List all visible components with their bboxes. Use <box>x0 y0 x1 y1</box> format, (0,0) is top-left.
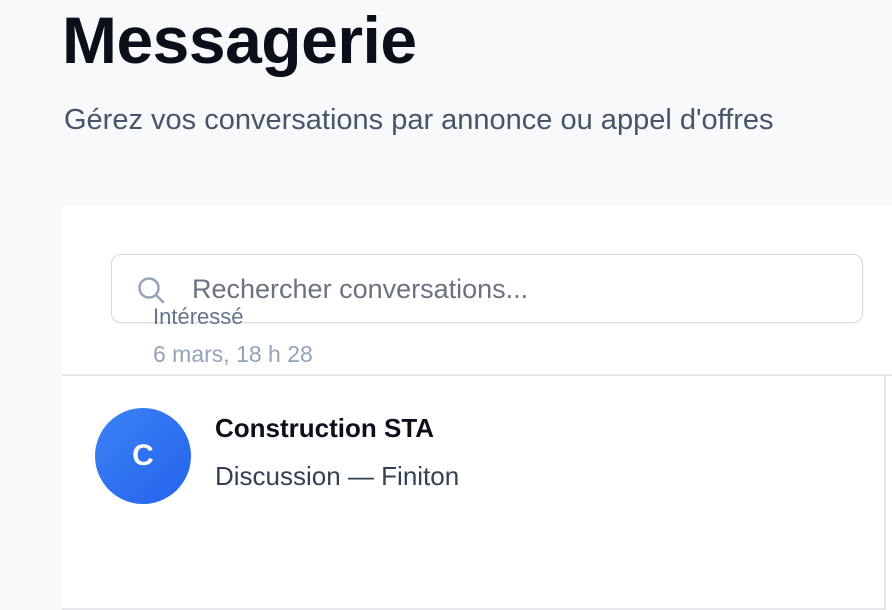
search-input[interactable] <box>192 265 842 313</box>
conversation-item[interactable]: C Construction STA Discussion — Finiton <box>62 376 886 610</box>
page-title: Messagerie <box>62 3 417 77</box>
search-icon <box>136 275 166 305</box>
conversation-subject: Discussion — Finiton <box>215 461 460 491</box>
conversation-status: Intéressé <box>153 304 244 329</box>
conversation-list: C Construction STA Discussion — Finiton <box>62 376 892 610</box>
conversation-timestamp: 6 mars, 18 h 28 <box>153 341 313 367</box>
conversation-name: Construction STA <box>215 413 435 443</box>
conversations-panel: C Construction STA Discussion — Finiton <box>62 206 892 610</box>
page-subtitle: Gérez vos conversations par annonce ou a… <box>64 104 774 136</box>
avatar: C <box>95 408 191 504</box>
